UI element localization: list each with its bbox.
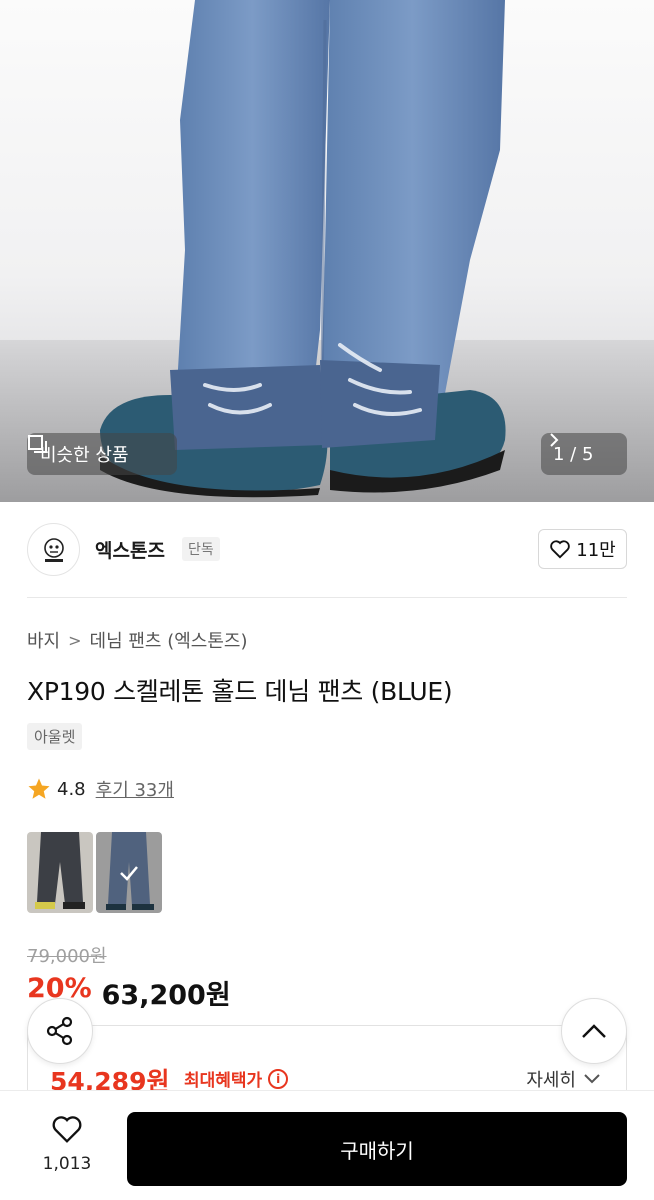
- rating-score: 4.8: [57, 778, 86, 800]
- brand-name[interactable]: 엑스톤즈: [95, 536, 165, 563]
- star-icon: [28, 778, 50, 799]
- thumbnail-image: [27, 832, 93, 913]
- product-photo: [0, 0, 654, 502]
- exclusive-badge: 단독: [182, 537, 220, 561]
- max-benefit-text: 최대혜택가: [184, 1071, 263, 1091]
- original-price: 79,000원: [27, 946, 107, 967]
- wishlist-button[interactable]: 1,013: [30, 1114, 104, 1174]
- buy-button[interactable]: 구매하기: [127, 1112, 627, 1186]
- breadcrumb-separator-icon: >: [68, 630, 82, 650]
- similar-products-label: 비슷한 상품: [40, 445, 129, 466]
- divider: [27, 597, 627, 598]
- scroll-top-button[interactable]: [561, 998, 627, 1064]
- detail-label: 자세히: [526, 1070, 576, 1091]
- breadcrumb: 바지 > 데님 팬츠 (엑스톤즈): [27, 627, 248, 653]
- detail-toggle[interactable]: 자세히: [526, 1066, 600, 1092]
- chevron-down-icon: [584, 1074, 600, 1084]
- chevron-up-icon: [582, 1024, 606, 1038]
- max-benefit-label: 최대혜택가 i: [184, 1066, 289, 1091]
- sale-price: 63,200원: [101, 980, 231, 1011]
- image-counter-button[interactable]: 1 / 5: [541, 433, 627, 475]
- similar-products-button[interactable]: 비슷한 상품: [27, 433, 177, 475]
- heart-icon: [52, 1116, 82, 1143]
- product-image-gallery[interactable]: 비슷한 상품 1 / 5: [0, 0, 654, 502]
- brand-row: 엑스톤즈 단독 11만: [0, 520, 654, 580]
- brand-logo-mark: [43, 537, 64, 562]
- color-option-black[interactable]: [27, 832, 93, 913]
- brand-logo[interactable]: [27, 523, 80, 576]
- image-counter: 1 / 5: [553, 443, 594, 465]
- brand-like-button[interactable]: 11만: [538, 529, 627, 569]
- breadcrumb-category[interactable]: 바지: [27, 627, 60, 653]
- selected-overlay: [96, 832, 162, 913]
- share-icon: [46, 1016, 73, 1046]
- heart-icon: [550, 540, 571, 559]
- breadcrumb-subcategory[interactable]: 데님 팬츠 (엑스톤즈): [90, 627, 248, 653]
- similar-icon: [28, 435, 47, 453]
- color-option-blue[interactable]: [96, 832, 162, 913]
- reviews-link[interactable]: 후기 33개: [96, 776, 174, 802]
- outlet-tag: 아울렛: [27, 723, 83, 750]
- color-options: [27, 832, 162, 913]
- bottom-action-bar: 1,013 구매하기: [0, 1090, 654, 1200]
- check-icon: [120, 865, 138, 881]
- brand-like-count: 11만: [576, 540, 616, 561]
- info-icon[interactable]: i: [268, 1068, 289, 1089]
- chevron-right-icon: [550, 433, 559, 447]
- rating-row: 4.8 후기 33개: [27, 776, 174, 802]
- product-title: XP190 스켈레톤 홀드 데님 팬츠 (BLUE): [27, 677, 453, 706]
- share-button[interactable]: [27, 998, 93, 1064]
- wishlist-count: 1,013: [42, 1154, 92, 1174]
